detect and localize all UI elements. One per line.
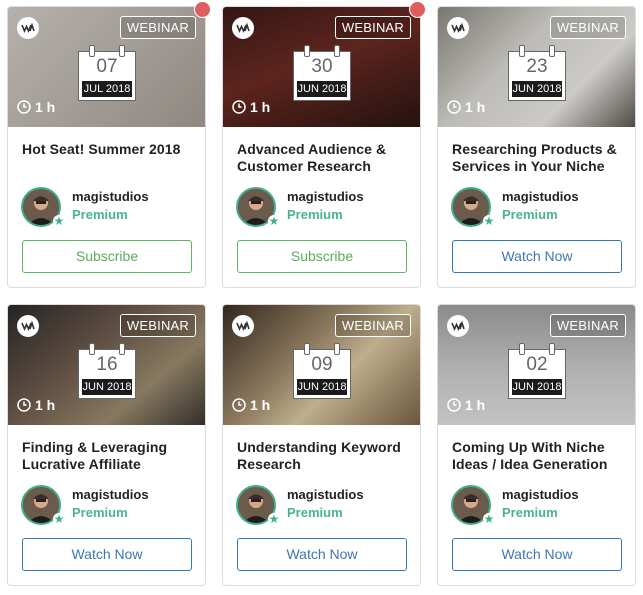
calendar-icon: 07 JUL 2018	[78, 45, 136, 101]
wa-logo-icon	[232, 17, 254, 39]
notification-dot	[409, 1, 426, 18]
star-icon: ★	[53, 512, 65, 526]
webinar-badge: WEBINAR	[549, 314, 626, 337]
wa-logo-icon	[17, 17, 39, 39]
event-day: 16	[96, 354, 118, 375]
webinar-title[interactable]: Understanding Keyword Research	[237, 439, 415, 473]
star-icon: ★	[53, 214, 65, 228]
subscribe-button[interactable]: Subscribe	[22, 240, 192, 273]
calendar-icon: 09 JUN 2018	[293, 343, 351, 399]
calendar-icon: 30 JUN 2018	[293, 45, 351, 101]
webinar-title[interactable]: Hot Seat! Summer 2018	[22, 141, 200, 158]
author-name[interactable]: magistudios	[72, 189, 149, 204]
membership-tier: Premium	[72, 505, 128, 520]
membership-tier: Premium	[287, 505, 343, 520]
author-name[interactable]: magistudios	[502, 189, 579, 204]
membership-tier: Premium	[72, 207, 128, 222]
wa-logo-icon	[17, 315, 39, 337]
event-day: 02	[526, 354, 548, 375]
webinar-badge: WEBINAR	[119, 16, 196, 39]
author-name[interactable]: magistudios	[502, 487, 579, 502]
webinar-title[interactable]: Finding & Leveraging Lucrative Affiliate	[22, 439, 200, 473]
wa-logo-icon	[232, 315, 254, 337]
author-name[interactable]: magistudios	[287, 189, 364, 204]
membership-tier: Premium	[502, 207, 558, 222]
event-day: 30	[311, 56, 333, 77]
event-month: JUN 2018	[297, 379, 347, 395]
wa-logo-icon	[447, 17, 469, 39]
notification-dot	[194, 1, 211, 18]
webinar-title[interactable]: Coming Up With Niche Ideas / Idea Genera…	[452, 439, 630, 473]
star-icon: ★	[483, 512, 495, 526]
duration-label: 1 h	[35, 99, 56, 115]
event-month: JUL 2018	[82, 81, 132, 97]
calendar-icon: 16 JUN 2018	[78, 343, 136, 399]
clock-icon	[17, 100, 31, 114]
webinar-badge: WEBINAR	[549, 16, 626, 39]
author-name[interactable]: magistudios	[72, 487, 149, 502]
webinar-card[interactable]: WEBINAR 23 JUN 2018 1 h Researching Prod…	[437, 6, 636, 288]
clock-icon	[232, 100, 246, 114]
watch-now-button[interactable]: Watch Now	[452, 240, 622, 273]
clock-icon	[447, 398, 461, 412]
webinar-badge: WEBINAR	[119, 314, 196, 337]
clock-icon	[17, 398, 31, 412]
duration-label: 1 h	[250, 397, 271, 413]
wa-logo-icon	[447, 315, 469, 337]
event-day: 07	[96, 56, 118, 77]
clock-icon	[447, 100, 461, 114]
star-icon: ★	[268, 512, 280, 526]
clock-icon	[232, 398, 246, 412]
subscribe-button[interactable]: Subscribe	[237, 240, 407, 273]
star-icon: ★	[483, 214, 495, 228]
watch-now-button[interactable]: Watch Now	[237, 538, 407, 571]
webinar-card[interactable]: WEBINAR 16 JUN 2018 1 h Finding & Levera…	[7, 304, 206, 586]
duration: 1 h	[17, 99, 55, 115]
webinar-card[interactable]: WEBINAR 09 JUN 2018 1 h Understanding Ke…	[222, 304, 421, 586]
duration: 1 h	[232, 397, 270, 413]
duration-label: 1 h	[465, 397, 486, 413]
watch-now-button[interactable]: Watch Now	[22, 538, 192, 571]
webinar-badge: WEBINAR	[334, 314, 411, 337]
star-icon: ★	[268, 214, 280, 228]
author-name[interactable]: magistudios	[287, 487, 364, 502]
event-day: 23	[526, 56, 548, 77]
webinar-title[interactable]: Researching Products & Services in Your …	[452, 141, 630, 175]
duration: 1 h	[447, 99, 485, 115]
webinar-card[interactable]: WEBINAR 02 JUN 2018 1 h Coming Up With N…	[437, 304, 636, 586]
calendar-icon: 02 JUN 2018	[508, 343, 566, 399]
duration: 1 h	[447, 397, 485, 413]
webinar-card[interactable]: WEBINAR 07 JUL 2018 1 h Hot Seat! Summer…	[7, 1, 211, 288]
duration-label: 1 h	[35, 397, 56, 413]
event-month: JUN 2018	[82, 379, 132, 395]
membership-tier: Premium	[287, 207, 343, 222]
calendar-icon: 23 JUN 2018	[508, 45, 566, 101]
webinar-title[interactable]: Advanced Audience & Customer Research	[237, 141, 415, 175]
duration-label: 1 h	[465, 99, 486, 115]
event-month: JUN 2018	[512, 379, 562, 395]
watch-now-button[interactable]: Watch Now	[452, 538, 622, 571]
event-day: 09	[311, 354, 333, 375]
event-month: JUN 2018	[512, 81, 562, 97]
event-month: JUN 2018	[297, 81, 347, 97]
duration: 1 h	[17, 397, 55, 413]
membership-tier: Premium	[502, 505, 558, 520]
webinar-card[interactable]: WEBINAR 30 JUN 2018 1 h Advanced Audienc…	[222, 1, 426, 288]
duration-label: 1 h	[250, 99, 271, 115]
duration: 1 h	[232, 99, 270, 115]
webinar-badge: WEBINAR	[334, 16, 411, 39]
